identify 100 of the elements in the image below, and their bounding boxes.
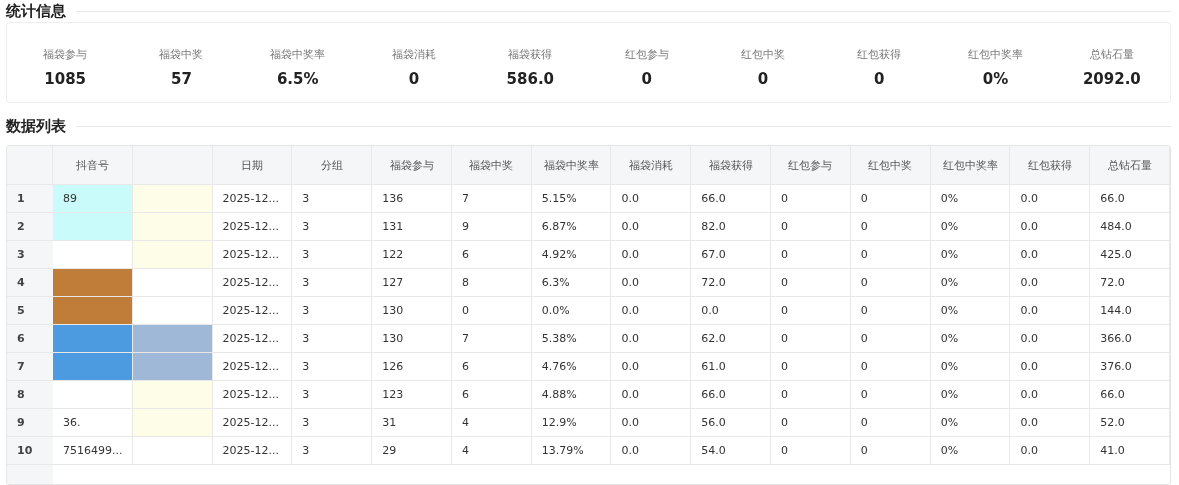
table-cell: 0	[850, 241, 931, 269]
table-cell: 0.0	[611, 409, 692, 437]
table-cell: 12.9%	[531, 409, 612, 437]
stat-label: 红包中奖率	[968, 47, 1024, 62]
header-cell: 福袋参与	[372, 146, 452, 185]
stat-value: 0	[757, 70, 769, 88]
table-cell: 0	[771, 437, 851, 465]
table-cell: 0	[850, 353, 931, 381]
table-cell: 0	[771, 325, 851, 353]
table-cell: 0	[771, 241, 851, 269]
table-cell: 52.0	[1090, 409, 1170, 437]
table-cell: 82.0	[691, 213, 772, 241]
table-cell: 56.0	[691, 409, 772, 437]
row-index: 2	[7, 213, 53, 241]
table-cell: 0.0	[1010, 353, 1091, 381]
stat-value: 0	[641, 70, 652, 88]
table-cell: 4	[451, 409, 532, 437]
table-cell: 72.0	[691, 269, 772, 297]
table-cell: 3	[292, 269, 373, 297]
table-cell: 0%	[930, 325, 1011, 353]
table-cell: 0%	[930, 269, 1011, 297]
header-cell: 日期	[212, 146, 293, 185]
table-cell: 130	[372, 325, 452, 353]
table-cell: 0%	[930, 437, 1011, 465]
stat-value: 586.0	[506, 70, 555, 88]
table-cell: 4.88%	[531, 381, 612, 409]
row-index: 9	[7, 409, 53, 437]
stat-value: 57	[171, 70, 192, 88]
table-cell: 0	[850, 185, 931, 213]
table-cell: 7	[451, 325, 532, 353]
header-cell: 抖音号	[53, 146, 133, 185]
table-cell: 0.0	[1010, 409, 1091, 437]
table-cell: 0.0	[611, 325, 692, 353]
table-cell: 484.0	[1090, 213, 1170, 241]
table-cell: 2025-12...	[212, 381, 293, 409]
table-cell: 126	[372, 353, 452, 381]
table-cell: 66.0	[1090, 185, 1170, 213]
table-cell: 0.0	[1010, 297, 1091, 325]
table-cell: 0	[850, 269, 931, 297]
table-cell: 9	[451, 213, 532, 241]
stat-value: 0%	[982, 70, 1009, 88]
table-cell: 0	[771, 381, 851, 409]
header-cell: 红包获得	[1010, 146, 1091, 185]
table-cell: 41.0	[1090, 437, 1170, 465]
table-cell: 0	[850, 409, 931, 437]
table-cell: 62.0	[691, 325, 772, 353]
table-cell: 136	[372, 185, 452, 213]
table-cell: 2025-12...	[212, 269, 293, 297]
table-cell: 36.	[53, 409, 133, 437]
table-cell: 376.0	[1090, 353, 1170, 381]
header-cell: 福袋消耗	[611, 146, 692, 185]
row-index: 4	[7, 269, 53, 297]
stat-value: 6.5%	[276, 70, 319, 88]
table-cell: 66.0	[691, 381, 772, 409]
table-cell: 2025-12...	[212, 409, 293, 437]
table-cell: 2025-12...	[212, 297, 293, 325]
table-cell: 2025-12...	[212, 213, 293, 241]
table-cell: 0%	[930, 241, 1011, 269]
table-cell: 6	[451, 381, 532, 409]
stat-value: 2092.0	[1082, 70, 1141, 88]
table-cell: 2025-12...	[212, 325, 293, 353]
table-cell: 7	[451, 185, 532, 213]
table-cell: 3	[292, 437, 373, 465]
table-cell: 0	[850, 381, 931, 409]
header-cell: 总钻石量	[1090, 146, 1170, 185]
table-cell: 6.87%	[531, 213, 612, 241]
table-cell: 54.0	[691, 437, 772, 465]
table-cell: 3	[292, 381, 373, 409]
table-cell: 89	[53, 185, 133, 213]
table-cell: 0.0	[611, 437, 692, 465]
table-cell: 0.0	[1010, 381, 1091, 409]
table-cell: 2025-12...	[212, 437, 293, 465]
table-cell: 130	[372, 297, 452, 325]
table-cell: 0.0	[1010, 241, 1091, 269]
table-cell: 3	[292, 297, 373, 325]
stat-label: 总钻石量	[1089, 47, 1134, 62]
table-cell: 0	[771, 213, 851, 241]
table-cell: 3	[292, 409, 373, 437]
header-cell: 福袋中奖	[451, 146, 532, 185]
stat-label: 福袋中奖率	[270, 47, 326, 62]
table-cell: 0%	[930, 185, 1011, 213]
table-cell: 0	[771, 297, 851, 325]
table-cell: 13.79%	[531, 437, 612, 465]
table-cell: 122	[372, 241, 452, 269]
table-cell: 0	[850, 213, 931, 241]
table-cell: 7516499...	[53, 437, 133, 465]
table-cell: 6	[451, 241, 532, 269]
table-cell: 5.15%	[531, 185, 612, 213]
table-cell: 2025-12...	[212, 353, 293, 381]
table-cell: 0.0	[611, 353, 692, 381]
row-index: 1	[7, 185, 53, 213]
table-cell: 3	[292, 213, 373, 241]
table-cell: 8	[451, 269, 532, 297]
table-cell: 4.76%	[531, 353, 612, 381]
table-cell: 0%	[930, 381, 1011, 409]
table-cell: 366.0	[1090, 325, 1170, 353]
header-cell: 红包中奖	[850, 146, 931, 185]
table-cell: 0%	[930, 213, 1011, 241]
table-cell: 0.0	[1010, 213, 1091, 241]
table-cell: 0%	[930, 297, 1011, 325]
